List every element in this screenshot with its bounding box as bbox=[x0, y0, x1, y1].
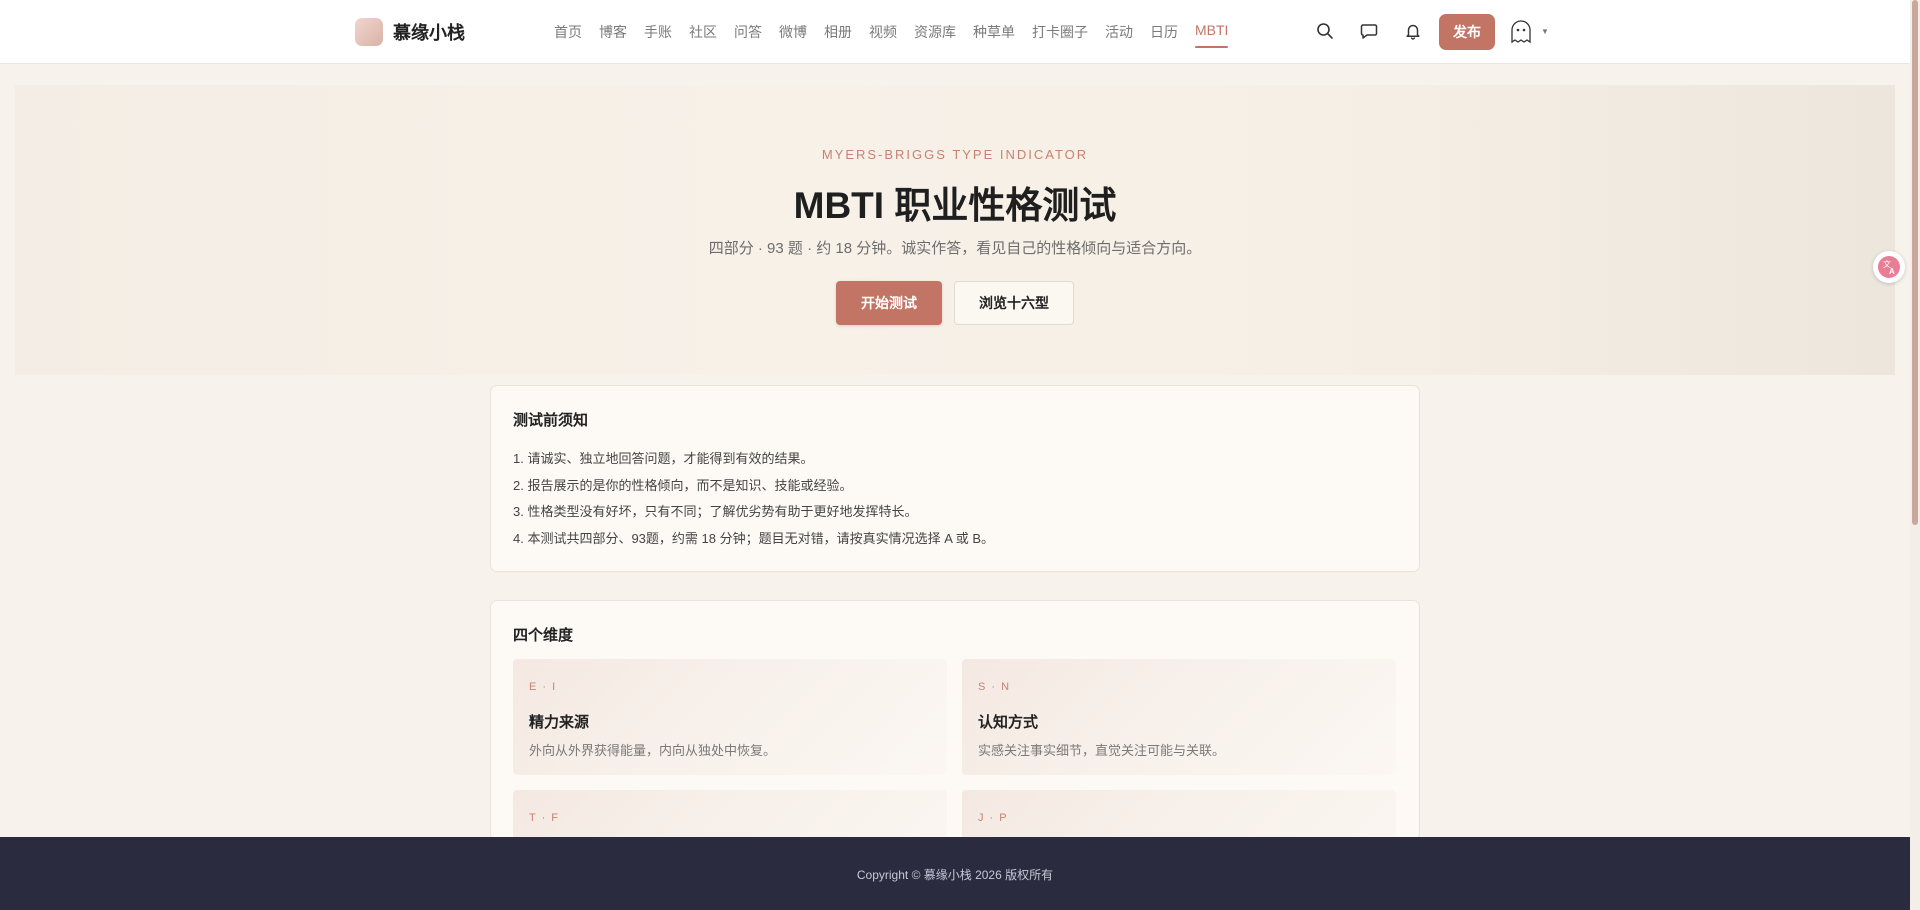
avatar[interactable] bbox=[1508, 18, 1534, 46]
start-test-button[interactable]: 开始测试 bbox=[836, 281, 942, 325]
nav-item-video[interactable]: 视频 bbox=[869, 22, 897, 42]
dimension-name: 认知方式 bbox=[978, 714, 1039, 731]
list-item: 1. 请诚实、独立地回答问题，才能得到有效的结果。 bbox=[513, 451, 814, 466]
brand[interactable]: 慕缘小栈 bbox=[355, 18, 465, 46]
nav-item-resources[interactable]: 资源库 bbox=[914, 22, 956, 42]
translate-icon: 文 A bbox=[1878, 256, 1900, 278]
nav-item-weibo[interactable]: 微博 bbox=[779, 22, 807, 42]
main-nav: 首页 博客 手账 社区 问答 微博 相册 视频 资源库 种草单 打卡圈子 活动 … bbox=[554, 22, 1245, 48]
page-title: MBTI 职业性格测试 bbox=[793, 185, 1117, 226]
browse-types-button[interactable]: 浏览十六型 bbox=[954, 281, 1074, 325]
dimension-card-ei[interactable]: E · I 精力来源 外向从外界获得能量，内向从独处中恢复。 bbox=[513, 659, 947, 775]
svg-text:A: A bbox=[1889, 267, 1895, 276]
translate-button[interactable]: 文 A bbox=[1873, 251, 1905, 283]
dimension-card-tf[interactable]: T · F bbox=[513, 790, 947, 839]
bell-icon[interactable] bbox=[1404, 22, 1422, 40]
hero-subtitle: 四部分 · 93 题 · 约 18 分钟。诚实作答，看见自己的性格倾向与适合方向… bbox=[708, 240, 1202, 257]
search-icon[interactable] bbox=[1316, 22, 1334, 40]
nav-item-wishlist[interactable]: 种草单 bbox=[973, 22, 1015, 42]
scrollbar-thumb[interactable] bbox=[1912, 0, 1918, 525]
dimension-desc: 实感关注事实细节，直觉关注可能与关联。 bbox=[978, 743, 1226, 758]
brand-name: 慕缘小栈 bbox=[393, 23, 465, 43]
list-item: 4. 本测试共四部分、93题，约需 18 分钟；题目无对错，请按真实情况选择 A… bbox=[513, 530, 995, 546]
nav-item-home[interactable]: 首页 bbox=[554, 22, 582, 42]
dimension-code: E · I bbox=[529, 681, 557, 693]
nav-item-album[interactable]: 相册 bbox=[824, 22, 852, 42]
nav-item-events[interactable]: 活动 bbox=[1105, 22, 1133, 42]
dimension-code: T · F bbox=[529, 812, 560, 824]
nav-item-community[interactable]: 社区 bbox=[689, 22, 717, 42]
nav-item-mbti[interactable]: MBTI bbox=[1195, 22, 1229, 48]
hero-kicker: MYERS-BRIGGS TYPE INDICATOR bbox=[821, 147, 1089, 162]
notice-card: 测试前须知 1. 请诚实、独立地回答问题，才能得到有效的结果。 2. 报告展示的… bbox=[490, 385, 1420, 572]
dimension-code: J · P bbox=[978, 812, 1009, 824]
notice-title: 测试前须知 bbox=[513, 412, 589, 429]
message-icon[interactable] bbox=[1360, 22, 1378, 40]
publish-button[interactable]: 发布 bbox=[1439, 14, 1495, 50]
dimensions-card: 四个维度 E · I 精力来源 外向从外界获得能量，内向从独处中恢复。 S · … bbox=[490, 600, 1420, 840]
list-item: 3. 性格类型没有好坏，只有不同；了解优劣势有助于更好地发挥特长。 bbox=[513, 504, 918, 519]
hero-banner bbox=[15, 85, 1895, 375]
footer-copyright: Copyright © 慕缘小栈 2026 版权所有 bbox=[856, 868, 1054, 882]
nav-item-blog[interactable]: 博客 bbox=[599, 22, 627, 42]
list-item: 2. 报告展示的是你的性格倾向，而不是知识、技能或经验。 bbox=[513, 477, 853, 493]
dimensions-title: 四个维度 bbox=[513, 627, 574, 644]
dimension-card-jp[interactable]: J · P bbox=[962, 790, 1396, 839]
footer: Copyright © 慕缘小栈 2026 版权所有 bbox=[0, 837, 1910, 910]
chevron-down-icon[interactable]: ▼ bbox=[1541, 27, 1549, 36]
nav-item-qa[interactable]: 问答 bbox=[734, 22, 762, 42]
top-navbar: 慕缘小栈 首页 博客 手账 社区 问答 微博 相册 视频 资源库 种草单 打卡圈… bbox=[0, 0, 1910, 64]
header-icon-group bbox=[1316, 22, 1422, 40]
dimension-desc: 外向从外界获得能量，内向从独处中恢复。 bbox=[529, 743, 777, 758]
nav-item-journal[interactable]: 手账 bbox=[644, 22, 672, 42]
dimension-name: 精力来源 bbox=[529, 714, 590, 731]
dimension-code: S · N bbox=[978, 681, 1011, 693]
nav-item-checkin[interactable]: 打卡圈子 bbox=[1032, 22, 1088, 42]
notice-list: 1. 请诚实、独立地回答问题，才能得到有效的结果。 2. 报告展示的是你的性格倾… bbox=[513, 446, 994, 552]
nav-item-calendar[interactable]: 日历 bbox=[1150, 22, 1178, 42]
dimension-card-sn[interactable]: S · N 认知方式 实感关注事实细节，直觉关注可能与关联。 bbox=[962, 659, 1396, 775]
brand-logo bbox=[355, 18, 383, 46]
